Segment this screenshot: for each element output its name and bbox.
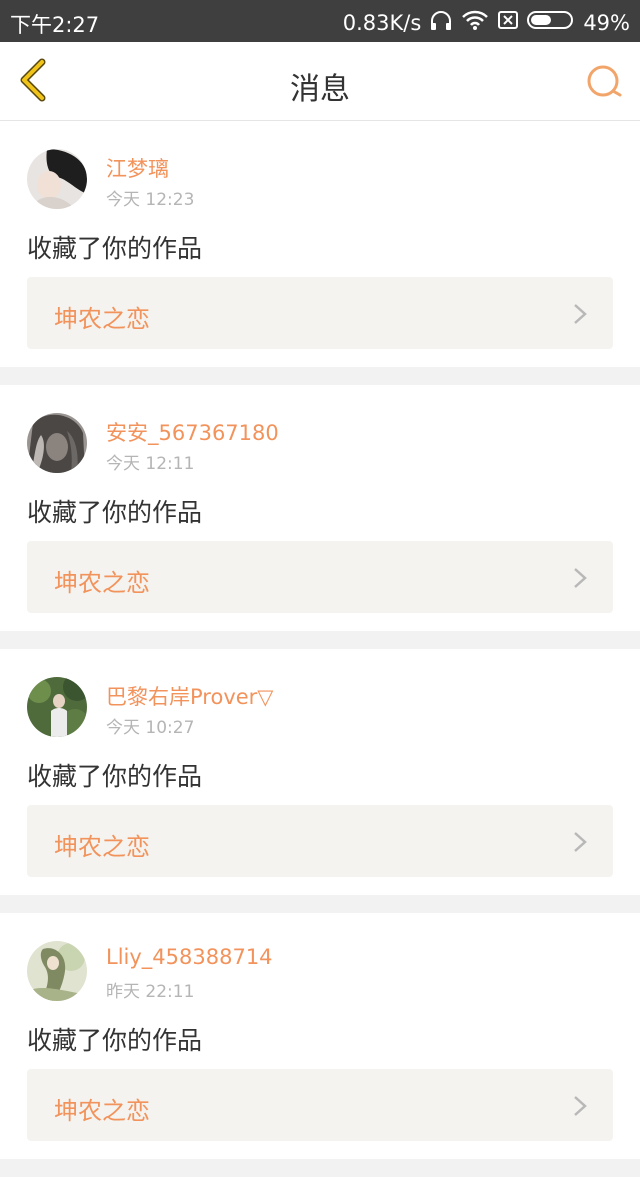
avatar[interactable] <box>27 941 87 1001</box>
username-link[interactable]: Lliy_458388714 <box>106 945 273 969</box>
nav-bar: 消息 <box>0 42 640 121</box>
avatar[interactable] <box>27 149 87 209</box>
chevron-right-icon <box>574 1096 587 1116</box>
message-text: 收藏了你的作品 <box>27 234 203 263</box>
work-title: 坤农之恋 <box>54 305 150 333</box>
username-link[interactable]: 巴黎右岸Prover▽ <box>106 681 273 711</box>
search-button[interactable] <box>584 62 624 102</box>
work-title: 坤农之恋 <box>54 569 150 597</box>
search-icon <box>587 65 622 97</box>
headphones-icon <box>429 9 453 36</box>
message-card: 巴黎右岸Prover▽ 今天 10:27 收藏了你的作品 坤农之恋 <box>0 649 640 895</box>
avatar[interactable] <box>27 413 87 473</box>
message-text: 收藏了你的作品 <box>27 498 203 527</box>
battery-icon <box>527 9 575 36</box>
message-list: 江梦璃 今天 12:23 收藏了你的作品 坤农之恋 安安_567367180 今… <box>0 121 640 1177</box>
message-time: 昨天 22:11 <box>106 982 195 1002</box>
message-card: 江梦璃 今天 12:23 收藏了你的作品 坤农之恋 <box>0 121 640 367</box>
message-text: 收藏了你的作品 <box>27 762 203 791</box>
work-link[interactable]: 坤农之恋 <box>27 805 613 877</box>
work-link[interactable]: 坤农之恋 <box>27 541 613 613</box>
avatar[interactable] <box>27 677 87 737</box>
chevron-right-icon <box>574 304 587 324</box>
work-title: 坤农之恋 <box>54 1097 150 1125</box>
network-speed: 0.83K/s <box>342 10 422 35</box>
username-link[interactable]: 安安_567367180 <box>106 417 279 447</box>
wifi-icon <box>461 9 489 36</box>
work-link[interactable]: 坤农之恋 <box>27 277 613 349</box>
status-bar: 下午2:27 0.83K/s 49% <box>0 0 640 42</box>
battery-percent: 49% <box>583 10 630 35</box>
no-sim-icon <box>497 9 519 36</box>
message-time: 今天 12:11 <box>106 454 195 474</box>
chevron-right-icon <box>574 832 587 852</box>
status-indicators: 0.83K/s 49% <box>335 9 630 36</box>
message-time: 今天 12:23 <box>106 190 195 210</box>
work-link[interactable]: 坤农之恋 <box>27 1069 613 1141</box>
message-time: 今天 10:27 <box>106 718 195 738</box>
work-title: 坤农之恋 <box>54 833 150 861</box>
chevron-right-icon <box>574 568 587 588</box>
message-text: 收藏了你的作品 <box>27 1026 203 1055</box>
message-card: Lliy_458388714 昨天 22:11 收藏了你的作品 坤农之恋 <box>0 913 640 1159</box>
username-link[interactable]: 江梦璃 <box>106 153 169 183</box>
message-card: 安安_567367180 今天 12:11 收藏了你的作品 坤农之恋 <box>0 385 640 631</box>
status-time: 下午2:27 <box>10 13 100 37</box>
page-title: 消息 <box>290 72 350 107</box>
